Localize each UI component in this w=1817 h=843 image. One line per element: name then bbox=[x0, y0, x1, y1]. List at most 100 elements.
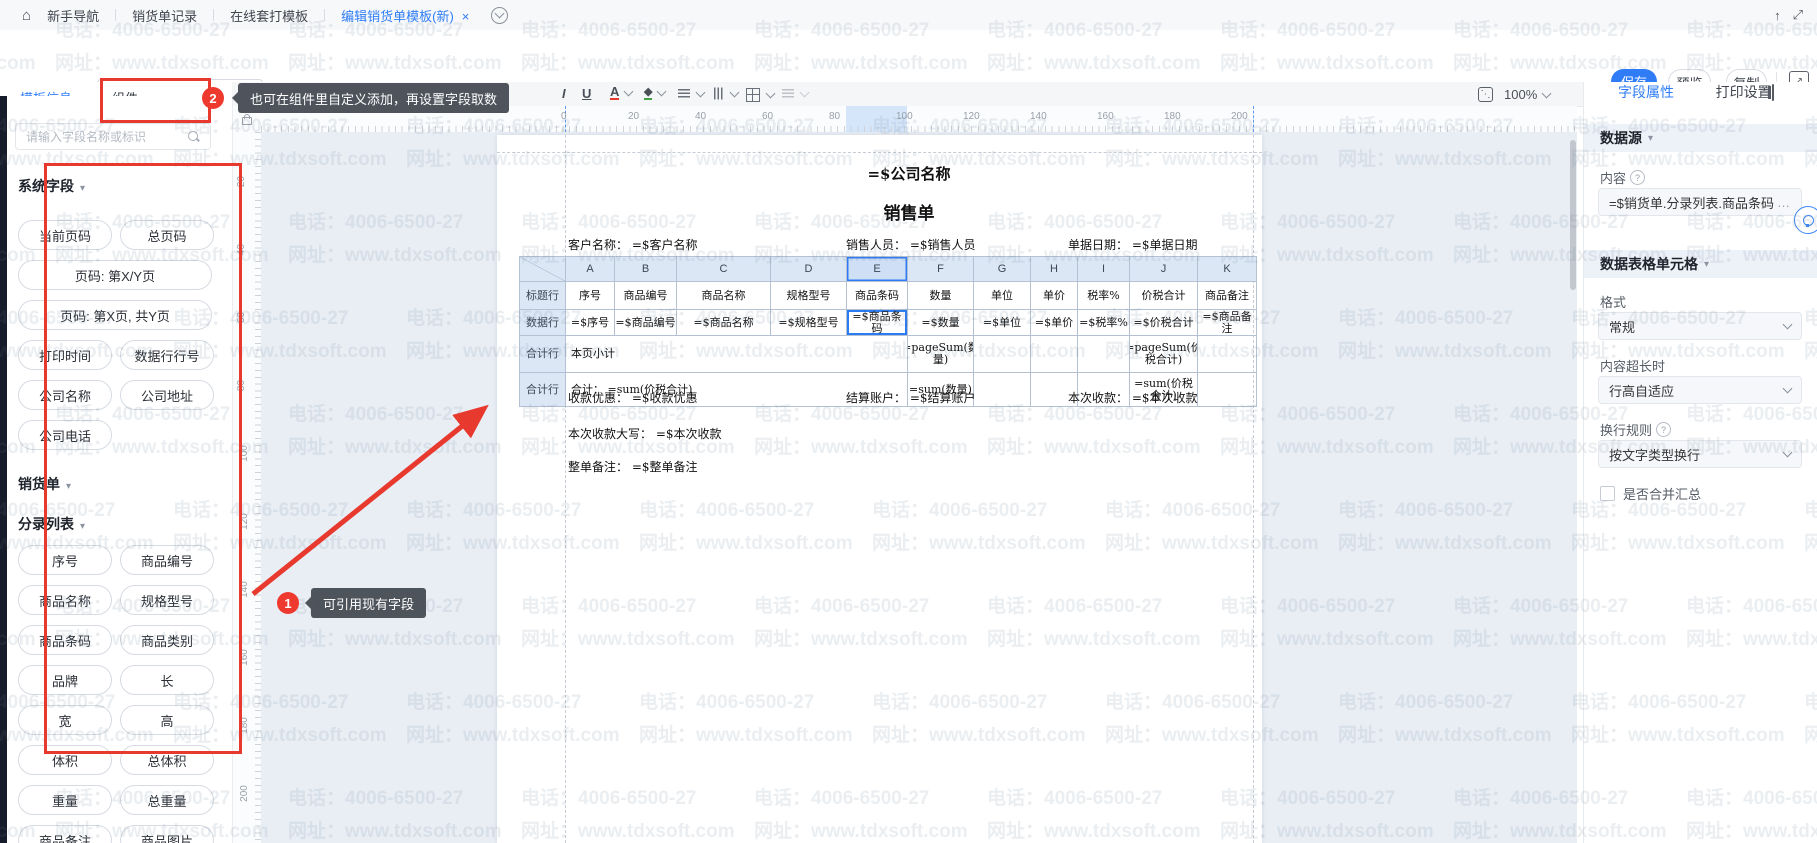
help-icon[interactable]: ? bbox=[1630, 170, 1645, 185]
field-button[interactable]: 高 bbox=[120, 705, 214, 735]
data-cell[interactable]: =$价税合计 bbox=[1130, 310, 1198, 336]
underline-icon[interactable]: U bbox=[582, 86, 591, 101]
data-cell[interactable]: =$商品条码 bbox=[847, 310, 908, 336]
header-cell[interactable]: 规格型号 bbox=[771, 282, 847, 310]
field-button[interactable]: 商品类别 bbox=[120, 625, 214, 655]
data-cell[interactable]: =$序号 bbox=[566, 310, 615, 336]
header-cell[interactable]: 商品条码 bbox=[847, 282, 908, 310]
fullscreen-icon[interactable]: ⤢ bbox=[1793, 7, 1803, 23]
horizontal-align-icon[interactable] bbox=[678, 89, 704, 98]
home-icon[interactable]: ⌂ bbox=[22, 7, 31, 24]
data-cell[interactable]: =$商品名称 bbox=[677, 310, 771, 336]
header-cell[interactable]: 税率% bbox=[1078, 282, 1130, 310]
column-header-G[interactable]: G bbox=[974, 257, 1031, 282]
column-header-K[interactable]: K bbox=[1198, 257, 1257, 282]
data-cell[interactable]: =$商品备注 bbox=[1198, 310, 1257, 336]
field-button[interactable]: 页码: 第X页, 共Y页 bbox=[18, 300, 212, 330]
column-header-E[interactable]: E bbox=[847, 257, 908, 282]
doc-footer-field[interactable]: 收款优惠： =$收款优惠 bbox=[568, 389, 698, 406]
field-button[interactable]: 品牌 bbox=[18, 665, 112, 695]
company-name-field[interactable]: =$公司名称 bbox=[565, 163, 1253, 184]
header-cell[interactable]: 商品备注 bbox=[1198, 282, 1257, 310]
section-title-2[interactable]: 销货单▾ bbox=[18, 474, 71, 494]
top-tab-3[interactable]: 在线套打模板 bbox=[214, 6, 324, 25]
italic-icon[interactable]: I bbox=[562, 86, 566, 101]
column-header-A[interactable]: A bbox=[566, 257, 615, 282]
data-cell[interactable]: =$商品编号 bbox=[615, 310, 677, 336]
column-header-F[interactable]: F bbox=[908, 257, 974, 282]
template-page[interactable]: =$公司名称 销售单 客户名称： =$客户名称销售人员： =$销售人员单据日期：… bbox=[497, 135, 1262, 843]
field-button[interactable]: 规格型号 bbox=[120, 585, 214, 615]
field-button[interactable]: 商品图片 bbox=[120, 825, 214, 843]
borders-icon[interactable] bbox=[746, 88, 774, 102]
doc-footer-field[interactable]: 本次收款： =$本次收款 bbox=[1068, 389, 1198, 406]
column-header-B[interactable]: B bbox=[615, 257, 677, 282]
table-corner-cell[interactable] bbox=[520, 257, 566, 282]
assistant-lightbulb-button[interactable] bbox=[1794, 206, 1817, 234]
field-button[interactable]: 页码: 第X/Y页 bbox=[18, 260, 212, 290]
font-color-icon[interactable]: A bbox=[610, 86, 632, 100]
data-cell[interactable]: =$税率% bbox=[1078, 310, 1130, 336]
field-button[interactable]: 宽 bbox=[18, 705, 112, 735]
vertical-align-icon[interactable] bbox=[712, 89, 738, 98]
data-cell[interactable]: =$数量 bbox=[908, 310, 974, 336]
collapse-panel-icon[interactable] bbox=[1772, 84, 1774, 101]
field-button[interactable]: 数据行行号 bbox=[120, 340, 214, 370]
field-button[interactable]: 体积 bbox=[18, 745, 112, 775]
top-tab-1[interactable]: 新手导航 bbox=[31, 6, 115, 25]
column-header-C[interactable]: C bbox=[677, 257, 771, 282]
total-cell[interactable] bbox=[1078, 336, 1130, 373]
field-search-input[interactable]: 请输入字段名称或标识 bbox=[15, 123, 211, 150]
cell-section-header[interactable]: 数据表格单元格▾ bbox=[1584, 250, 1817, 278]
format-select[interactable]: 常规 bbox=[1598, 312, 1802, 340]
field-button[interactable]: 序号 bbox=[18, 545, 112, 575]
doc-footer-field[interactable]: 本次收款大写： =$本次收款 bbox=[568, 425, 722, 442]
header-cell[interactable]: 单价 bbox=[1031, 282, 1078, 310]
overflow-select[interactable]: 行高自适应 bbox=[1598, 376, 1802, 404]
row-label[interactable]: 合计行 bbox=[520, 336, 566, 373]
scroll-top-icon[interactable]: ↑ bbox=[1774, 8, 1781, 23]
data-cell[interactable]: =$单位 bbox=[974, 310, 1031, 336]
doc-footer-field[interactable]: 结算账户： =$结算账户 bbox=[846, 389, 976, 406]
field-button[interactable]: 商品编号 bbox=[120, 545, 214, 575]
section-title-3[interactable]: 分录列表▾ bbox=[18, 514, 85, 534]
top-tab-2[interactable]: 销货单记录 bbox=[116, 6, 213, 25]
header-cell[interactable]: 数量 bbox=[908, 282, 974, 310]
field-button[interactable]: 商品名称 bbox=[18, 585, 112, 615]
wrap-rule-select[interactable]: 按文字类型换行 bbox=[1598, 440, 1802, 468]
header-cell[interactable]: 价税合计 bbox=[1130, 282, 1198, 310]
total-cell[interactable] bbox=[1031, 336, 1078, 373]
header-cell[interactable]: 序号 bbox=[566, 282, 615, 310]
field-button[interactable]: 商品备注 bbox=[18, 825, 112, 843]
total-merged-cell[interactable]: 本页小计 bbox=[566, 336, 908, 373]
header-cell[interactable]: 单位 bbox=[974, 282, 1031, 310]
fit-screen-icon[interactable]: ⋱ bbox=[1478, 87, 1493, 102]
row-label[interactable]: 数据行 bbox=[520, 310, 566, 336]
doc-info-field[interactable]: 单据日期： =$单据日期 bbox=[1068, 236, 1198, 253]
row-label[interactable]: 合计行 bbox=[520, 373, 566, 407]
merge-summary-checkbox[interactable]: 是否合并汇总 bbox=[1600, 484, 1701, 503]
field-button[interactable]: 总页码 bbox=[120, 220, 214, 250]
field-button[interactable]: 商品条码 bbox=[18, 625, 112, 655]
field-button[interactable]: 打印时间 bbox=[18, 340, 112, 370]
align-objects-icon[interactable] bbox=[782, 89, 808, 98]
header-cell[interactable]: 商品编号 bbox=[615, 282, 677, 310]
field-button[interactable]: 重量 bbox=[18, 785, 112, 815]
document-title[interactable]: 销售单 bbox=[565, 199, 1253, 224]
field-button[interactable]: 公司电话 bbox=[18, 420, 112, 450]
total-cell[interactable] bbox=[974, 336, 1031, 373]
zoom-control[interactable]: 100% bbox=[1504, 87, 1550, 102]
content-input[interactable]: =$销货单.分录列表.商品条码… bbox=[1598, 188, 1802, 216]
lock-icon[interactable] bbox=[242, 117, 252, 125]
doc-footer-field[interactable]: 整单备注： =$整单备注 bbox=[568, 458, 698, 475]
total-cell[interactable]: =pageSum(价税合计) bbox=[1130, 336, 1198, 373]
row-label[interactable]: 标题行 bbox=[520, 282, 566, 310]
tab-field-properties[interactable]: 字段属性 bbox=[1618, 84, 1674, 100]
field-button[interactable]: 总重量 bbox=[120, 785, 214, 815]
total-cell[interactable] bbox=[1198, 336, 1257, 373]
section-title-1[interactable]: 系统字段▾ bbox=[18, 176, 85, 196]
tab-print-settings[interactable]: 打印设置 bbox=[1716, 84, 1772, 100]
data-cell[interactable]: =$单价 bbox=[1031, 310, 1078, 336]
field-button[interactable]: 公司地址 bbox=[120, 380, 214, 410]
close-tab-icon[interactable]: × bbox=[462, 9, 470, 24]
